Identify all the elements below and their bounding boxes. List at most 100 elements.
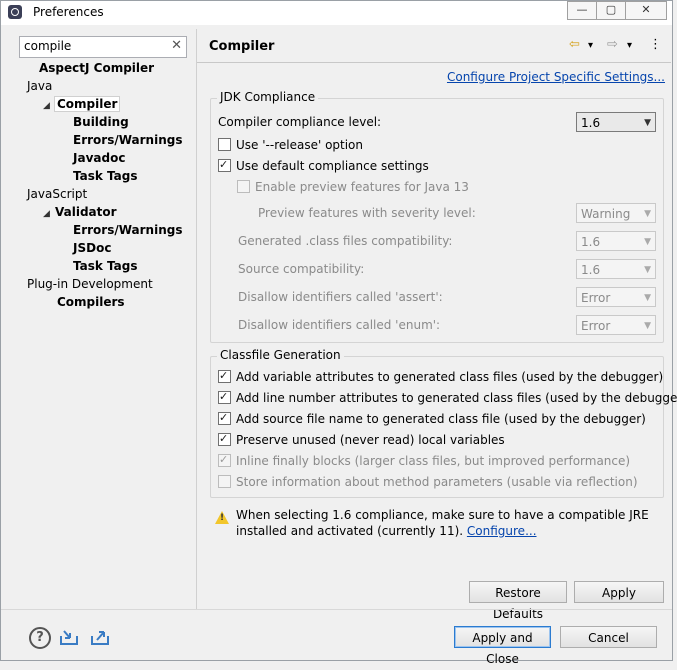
tree-item-jsdoc[interactable]: JSDoc [73, 239, 111, 257]
tree-item-javadoc[interactable]: Javadoc [73, 149, 125, 167]
disallow-assert-select[interactable]: Error ▼ [576, 287, 656, 307]
select-value: 1.6 [581, 263, 601, 277]
compliance-warning-message: When selecting 1.6 compliance, make sure… [236, 507, 661, 539]
checkbox-icon [218, 156, 231, 174]
compliance-level-select[interactable]: 1.6 ▼ [576, 112, 656, 132]
variable-attributes-checkbox[interactable]: Add variable attributes to generated cla… [218, 367, 664, 386]
compiler-page: Compiler ⇦ ▾ ⇨ ▾ ⋮ Configure Project Spe… [197, 29, 677, 621]
expanded-triangle-icon[interactable]: ◢ [43, 205, 55, 223]
checkbox-label: Add source file name to generated class … [236, 412, 646, 426]
chevron-down-icon: ▼ [644, 293, 651, 303]
select-value: Error [581, 319, 611, 333]
page-title: Compiler [209, 39, 275, 54]
enable-preview-checkbox[interactable]: Enable preview features for Java 13 [237, 178, 469, 196]
checkbox-icon [218, 430, 231, 448]
expanded-triangle-icon[interactable]: ◢ [43, 97, 55, 115]
clear-search-icon[interactable]: ✕ [171, 38, 182, 53]
tree-item-compiler[interactable]: ◢ Compiler [43, 95, 121, 115]
help-icon[interactable]: ? [29, 627, 51, 649]
tree-item-validator[interactable]: ◢ Validator [43, 203, 117, 221]
tree-item-errors-warnings[interactable]: Errors/Warnings [73, 131, 182, 149]
tree-item-task-tags[interactable]: Task Tags [73, 167, 138, 185]
line-number-attributes-checkbox[interactable]: Add line number attributes to generated … [218, 388, 677, 407]
tree-item-label: Errors/Warnings [73, 133, 183, 147]
disallow-enum-label: Disallow identifiers called 'enum': [238, 318, 441, 332]
source-file-name-checkbox[interactable]: Add source file name to generated class … [218, 409, 646, 428]
cancel-button[interactable]: Cancel [560, 626, 657, 648]
inline-finally-checkbox[interactable]: Inline finally blocks (larger class file… [218, 451, 631, 470]
checkbox-label: Add variable attributes to generated cla… [236, 370, 664, 384]
chevron-down-icon: ▼ [644, 265, 651, 275]
preserve-unused-variables-checkbox[interactable]: Preserve unused (never read) local varia… [218, 430, 505, 449]
tree-item-label: Building [73, 115, 129, 129]
class-compatibility-label: Generated .class files compatibility: [238, 234, 453, 248]
restore-defaults-button[interactable]: Restore Defaults [469, 581, 567, 621]
tree-item-label: AspectJ Compiler [39, 61, 155, 75]
import-icon[interactable] [59, 628, 79, 646]
source-compatibility-select[interactable]: 1.6 ▼ [576, 259, 656, 279]
title-bar: Preferences — ▢ ✕ [1, 1, 672, 25]
tree-item-label: Compiler [53, 96, 121, 112]
tree-item-errors-warnings[interactable]: Errors/Warnings [73, 221, 182, 239]
preview-severity-select[interactable]: Warning ▼ [576, 203, 656, 223]
checkbox-label: Use '--release' option [236, 138, 364, 152]
back-arrow-icon[interactable]: ⇦ [569, 37, 580, 52]
apply-and-close-button[interactable]: Apply and Close [454, 626, 551, 666]
restore-button[interactable]: ▢ [596, 1, 626, 20]
tree-item-task-tags[interactable]: Task Tags [73, 257, 138, 275]
configure-jre-link[interactable]: Configure... [467, 524, 537, 538]
checkbox-label: Add line number attributes to generated … [236, 391, 677, 405]
jdk-compliance-group: JDK Compliance Compiler compliance level… [210, 90, 664, 343]
tree-item-compilers[interactable]: Compilers [57, 293, 125, 311]
checkbox-label: Inline finally blocks (larger class file… [236, 454, 631, 468]
select-value: Warning [581, 207, 631, 221]
checkbox-label: Store information about method parameter… [236, 475, 638, 489]
minimize-button[interactable]: — [567, 1, 597, 20]
checkbox-label: Enable preview features for Java 13 [255, 180, 469, 194]
configure-project-settings-link[interactable]: Configure Project Specific Settings... [447, 70, 665, 84]
classfile-generation-group: Classfile Generation Add variable attrib… [210, 348, 677, 498]
apply-button[interactable]: Apply [574, 581, 664, 603]
chevron-down-icon: ▼ [644, 237, 651, 247]
checkbox-icon [237, 180, 250, 193]
method-parameters-checkbox[interactable]: Store information about method parameter… [218, 473, 638, 491]
forward-arrow-icon[interactable]: ⇨ [607, 37, 618, 52]
tree-item-label: JavaScript [27, 187, 88, 201]
filter-search-input[interactable] [24, 39, 164, 53]
forward-menu-chevron-icon[interactable]: ▾ [627, 40, 632, 51]
chevron-down-icon: ▼ [644, 321, 651, 331]
tree-item-label: Task Tags [73, 169, 138, 183]
tree-item-plugin-development[interactable]: Plug-in Development [27, 275, 153, 293]
back-menu-chevron-icon[interactable]: ▾ [588, 40, 593, 51]
tree-item-building[interactable]: Building [73, 113, 129, 131]
group-title: JDK Compliance [217, 90, 319, 104]
disallow-enum-select[interactable]: Error ▼ [576, 315, 656, 335]
checkbox-label: Preserve unused (never read) local varia… [236, 433, 505, 447]
disallow-assert-label: Disallow identifiers called 'assert': [238, 290, 443, 304]
select-value: 1.6 [581, 116, 601, 130]
preferences-window: Preferences — ▢ ✕ ✕ AspectJ Compiler Jav… [0, 0, 677, 666]
view-menu-icon[interactable]: ⋮ [649, 37, 662, 52]
class-compatibility-select[interactable]: 1.6 ▼ [576, 231, 656, 251]
tree-item-label: Task Tags [73, 259, 138, 273]
source-compatibility-label: Source compatibility: [238, 262, 365, 276]
header-separator [197, 62, 671, 63]
select-value: Error [581, 291, 611, 305]
filter-search-box: ✕ [19, 36, 187, 58]
footer-separator [1, 609, 672, 610]
compliance-level-label: Compiler compliance level: [218, 115, 382, 129]
export-icon[interactable] [90, 628, 110, 646]
tree-item-label: Plug-in Development [27, 277, 153, 291]
close-window-button[interactable]: ✕ [625, 1, 667, 20]
checkbox-icon [218, 475, 231, 488]
release-option-checkbox[interactable]: Use '--release' option [218, 136, 363, 154]
select-value: 1.6 [581, 235, 601, 249]
tree-item-aspectj-compiler[interactable]: AspectJ Compiler [39, 59, 154, 77]
checkbox-icon [218, 388, 231, 406]
default-compliance-checkbox[interactable]: Use default compliance settings [218, 156, 429, 175]
tree-item-javascript[interactable]: JavaScript [27, 185, 87, 203]
checkbox-icon [218, 409, 231, 427]
tree-item-label: Errors/Warnings [73, 223, 183, 237]
tree-item-java[interactable]: Java [27, 77, 52, 95]
preview-severity-label: Preview features with severity level: [258, 206, 476, 220]
